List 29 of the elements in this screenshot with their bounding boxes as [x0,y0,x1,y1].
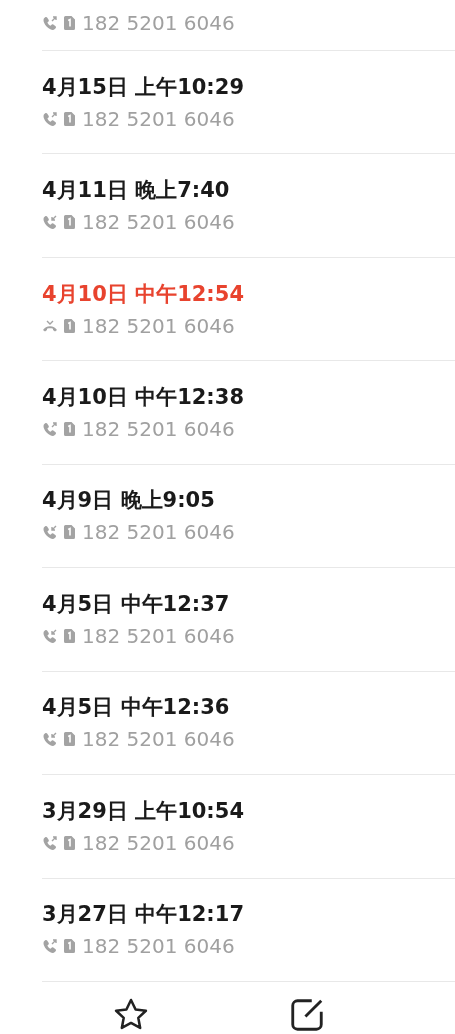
sim-card-icon [63,731,76,748]
sim-card-icon [63,627,76,644]
phone-number: 182 5201 6046 [82,415,235,442]
phone-number: 182 5201 6046 [82,622,235,649]
sim-card-icon [63,834,76,851]
sim-card-icon [63,15,76,31]
phone-number: 182 5201 6046 [82,10,235,36]
phone-number: 182 5201 6046 [82,726,235,753]
phone-number: 182 5201 6046 [82,933,235,960]
call-time: 4月5日 中午12:37 [42,590,230,618]
phone-number: 182 5201 6046 [82,829,235,856]
call-time: 4月11日 晚上7:40 [42,177,230,205]
call-time: 4月5日 中午12:36 [42,694,230,722]
phone-number: 182 5201 6046 [82,105,235,132]
sim-card-icon [63,938,76,955]
sim-card-icon [63,317,76,334]
sim-card-icon [63,110,76,127]
phone-number: 182 5201 6046 [82,312,235,339]
phone-number: 182 5201 6046 [82,519,235,546]
call-time: 4月9日 晚上9:05 [42,487,215,515]
call-time: 3月29日 上午10:54 [42,797,244,825]
sim-card-icon [63,214,76,231]
call-time: 4月10日 中午12:54 [42,280,244,308]
phone-number: 182 5201 6046 [82,209,235,236]
call-time: 4月15日 上午10:29 [42,73,244,101]
sim-card-icon [63,524,76,541]
sim-card-icon [63,420,76,437]
call-time: 3月27日 中午12:17 [42,901,244,929]
call-time: 4月10日 中午12:38 [42,383,244,411]
